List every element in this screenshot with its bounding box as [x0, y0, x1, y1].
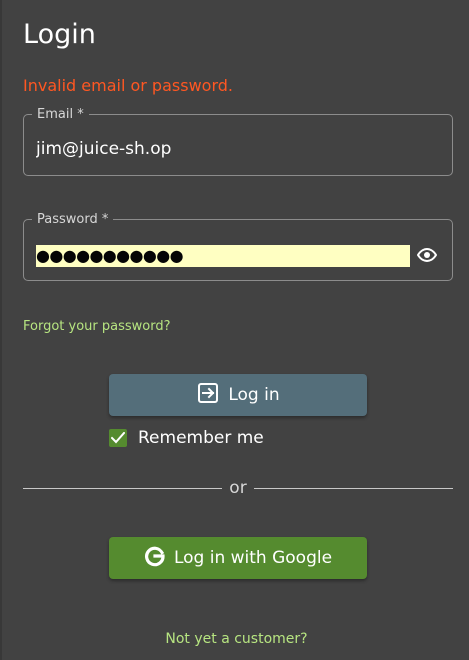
login-error-message: Invalid email or password. — [23, 76, 233, 95]
login-button[interactable]: Log in — [109, 374, 367, 416]
email-field[interactable]: Email * — [23, 107, 453, 176]
remember-me-checkbox[interactable]: Remember me — [109, 428, 264, 448]
or-divider: or — [23, 478, 453, 500]
page-title: Login — [23, 19, 96, 50]
email-label: Email * — [32, 107, 89, 122]
divider-right-line — [254, 488, 453, 489]
login-card: Login Invalid email or password. Email *… — [0, 0, 469, 660]
password-field[interactable]: Password * ●●●●●●●●●●● — [23, 212, 453, 281]
google-icon — [144, 545, 166, 572]
email-input[interactable] — [36, 137, 408, 161]
register-link[interactable]: Not yet a customer? — [2, 630, 469, 648]
google-login-label: Log in with Google — [173, 548, 333, 568]
divider-left-line — [23, 488, 222, 489]
divider-or-text: or — [229, 478, 247, 498]
login-button-label: Log in — [228, 385, 280, 405]
eye-icon[interactable] — [416, 244, 438, 266]
login-icon — [196, 381, 220, 410]
checkbox-check-icon[interactable] — [109, 429, 127, 447]
remember-me-label[interactable]: Remember me — [138, 428, 264, 448]
password-label: Password * — [32, 212, 114, 227]
forgot-password-link[interactable]: Forgot your password? — [23, 318, 171, 335]
password-input[interactable]: ●●●●●●●●●●● — [36, 245, 410, 267]
google-login-button[interactable]: Log in with Google — [109, 537, 367, 579]
